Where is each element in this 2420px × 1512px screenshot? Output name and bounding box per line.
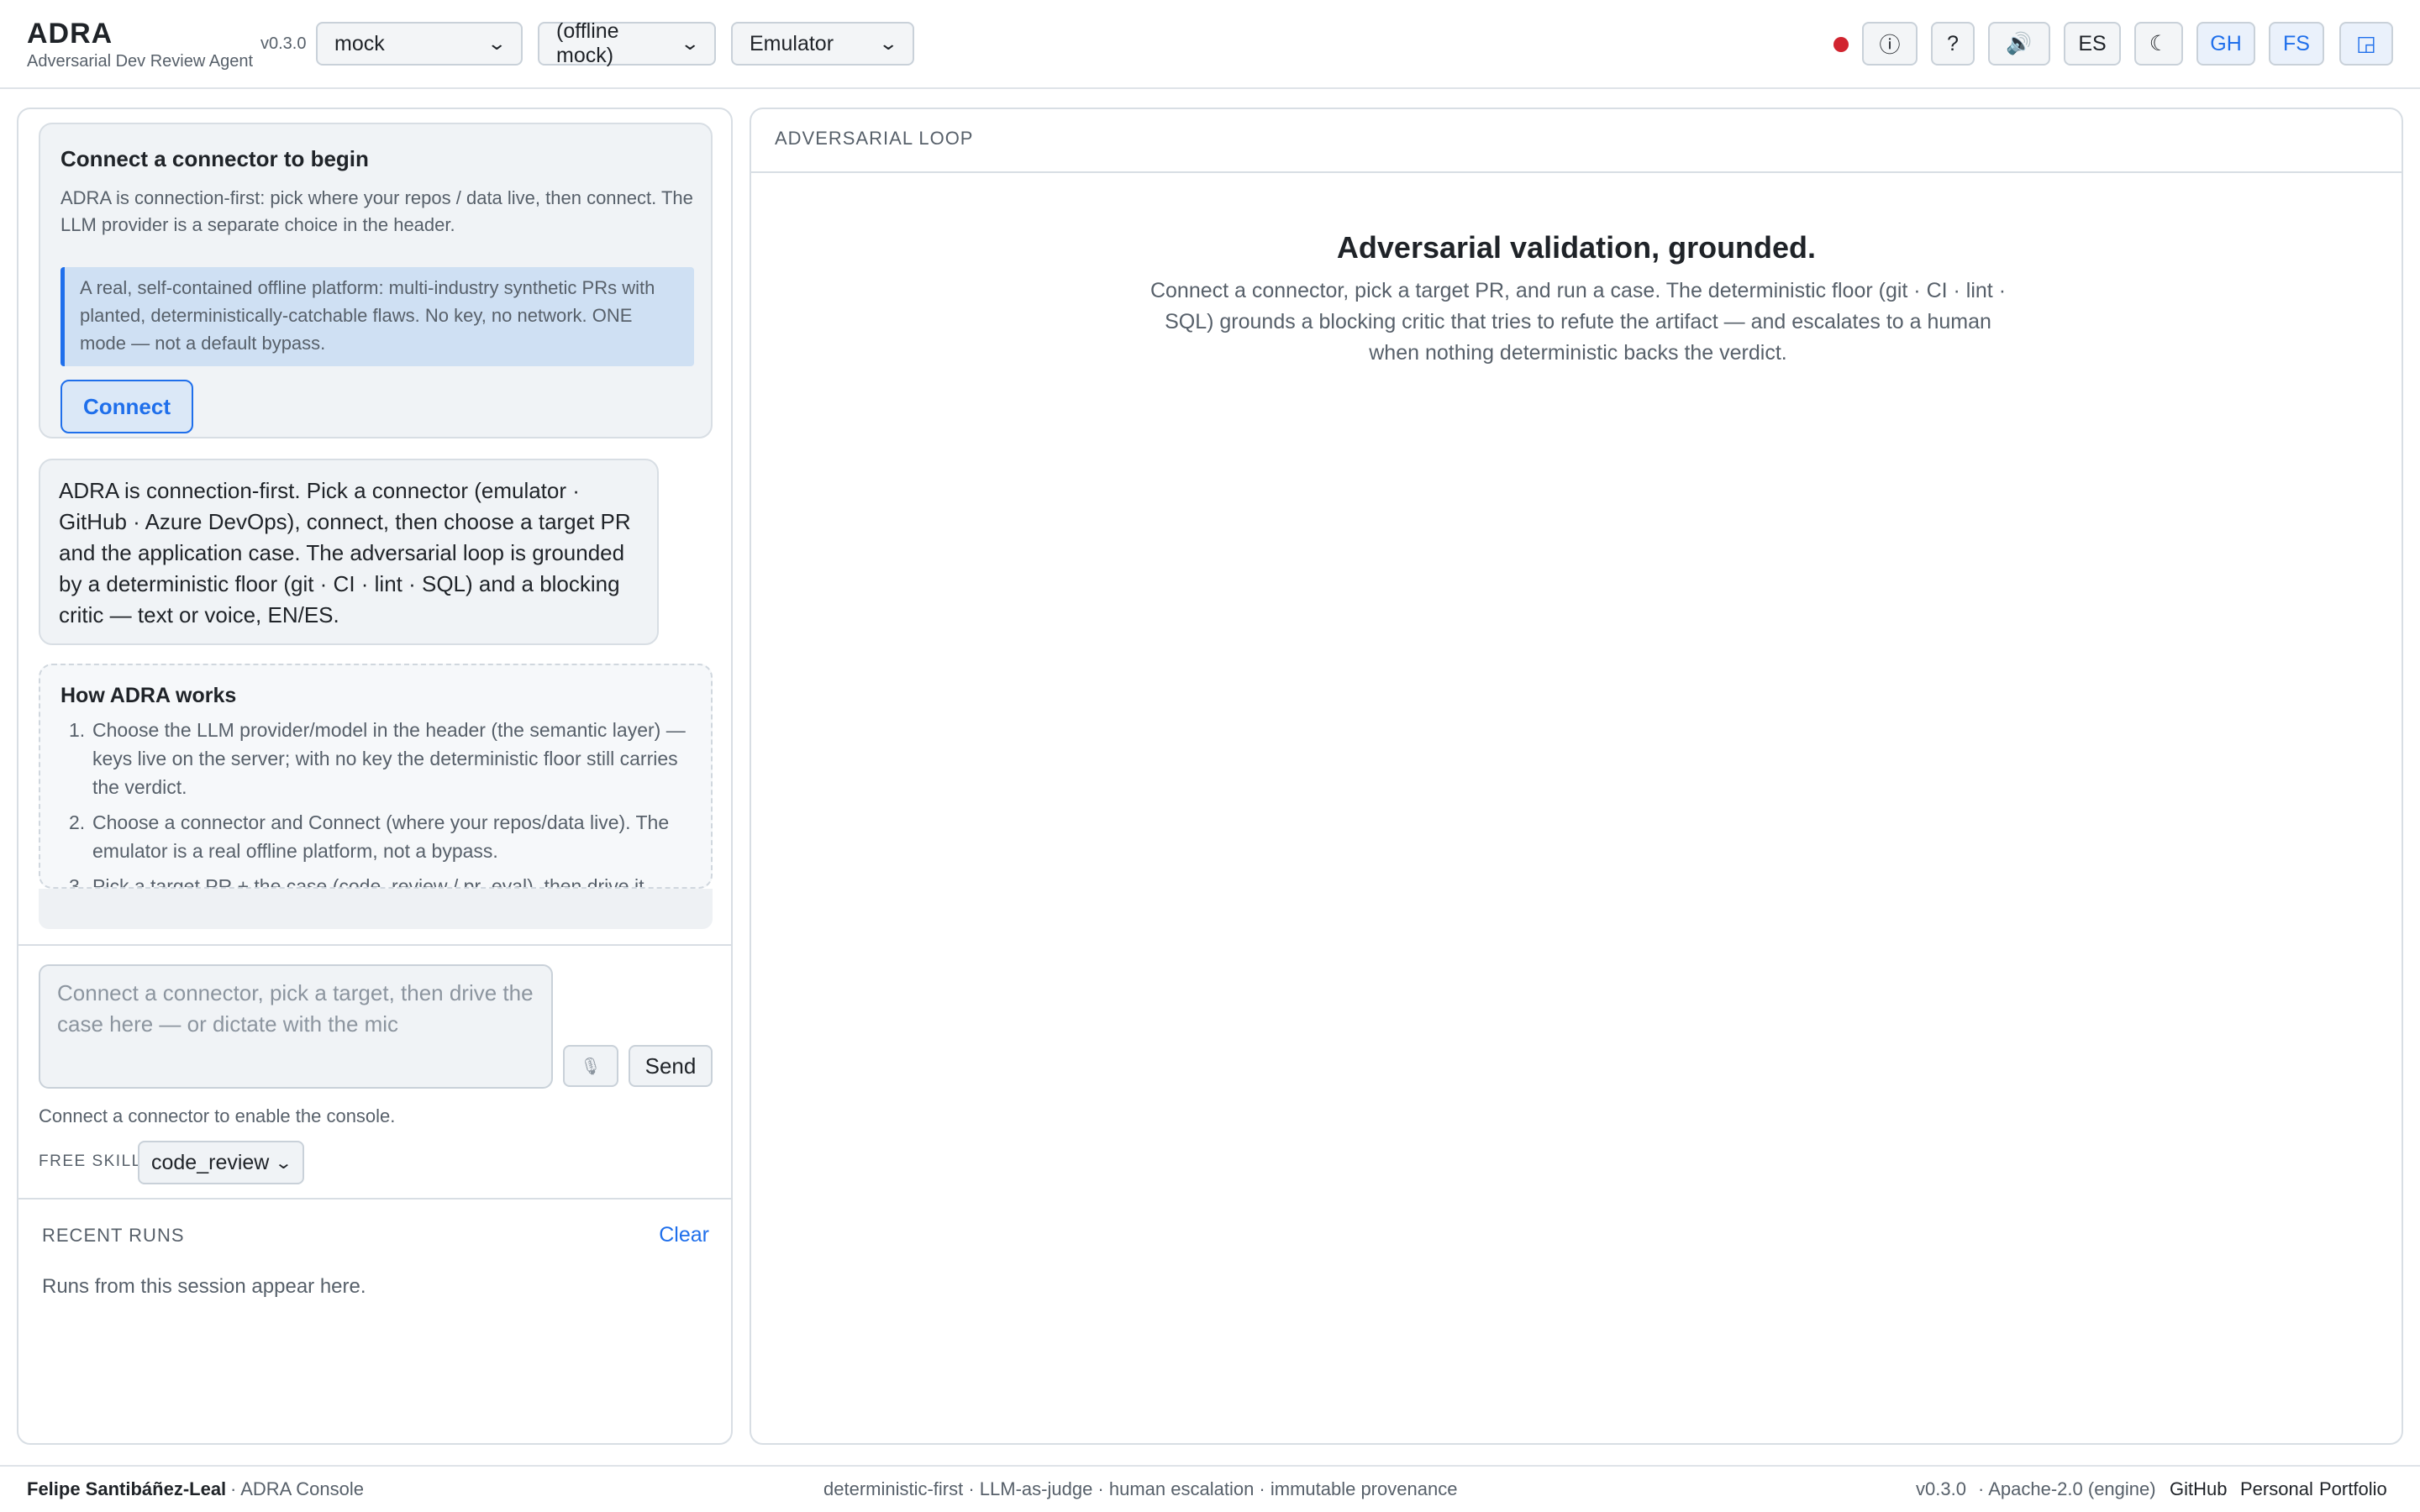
footer-version: v0.3.0 [1916,1478,1966,1499]
fullscreen-label: FS [2283,31,2310,55]
app-footer: Felipe Santibáñez-Leal · ADRA Console de… [0,1465,2420,1512]
chevron-down-icon: ⌄ [877,33,898,54]
info-button[interactable]: ⓘ [1862,22,1918,66]
mic-button[interactable]: 🎙 [563,1045,618,1087]
how-it-works-title: How ADRA works [60,684,237,707]
assistant-message: ADRA is connection-first. Pick a connect… [39,459,659,645]
step-item: 3. Pick a target PR + the case (code_rev… [60,872,699,889]
version-label: v0.3.0 [260,34,307,53]
app-subtitle: Adversarial Dev Review Agent [27,52,254,71]
connect-card: Connect a connector to begin ADRA is con… [39,123,713,438]
footer-license: · Apache-2.0 (engine) [1978,1478,2156,1499]
step-number: 1. [69,719,86,741]
app-title: ADRA [27,18,113,50]
footer-link-github[interactable]: GitHub [2170,1478,2227,1500]
footer-tagline: deterministic-first · LLM-as-judge · hum… [823,1478,1458,1499]
connect-card-title: Connect a connector to begin [60,146,369,171]
recent-runs-empty: Runs from this session appear here. [42,1275,366,1298]
moon-icon: ☾ [2149,32,2169,55]
voice-toggle-button[interactable]: 🔊 [1988,22,2050,66]
free-skill-select[interactable]: code_review ⌄ [138,1141,304,1184]
footer-owner: Felipe Santibáñez-Leal [27,1478,227,1499]
hero-title: Adversarial validation, grounded. [1336,230,1817,265]
step-number: 3. [69,875,86,889]
emulator-info-callout: A real, self-contained offline platform:… [60,267,694,366]
step-text: Pick a target PR + the case (code_review… [92,875,644,889]
fullscreen-button[interactable]: FS [2269,22,2324,66]
connector-select-value: Emulator [750,31,834,55]
theme-toggle-button[interactable]: ☾ [2134,22,2183,66]
send-button[interactable]: Send [629,1045,713,1087]
divider [18,944,731,946]
model-select-value: (offline mock) [556,19,619,67]
divider [18,1198,731,1200]
panel-icon: ◲ [2356,32,2376,55]
help-icon: ? [1947,31,1959,55]
footer-link-personal[interactable]: Personal [2240,1478,2313,1500]
connection-status-dot [1833,37,1849,52]
adversarial-loop-panel: ADVERSARIAL LOOP Adversarial validation,… [750,108,2403,1445]
chevron-down-icon: ⌄ [679,33,700,54]
clear-runs-link[interactable]: Clear [659,1223,709,1247]
step-text: Choose a connector and Connect (where yo… [92,811,670,862]
provider-select[interactable]: mock ⌄ [316,22,523,66]
step-number: 2. [69,811,86,833]
connector-select[interactable]: Emulator ⌄ [731,22,914,66]
step-text: Choose the LLM provider/model in the hea… [92,719,686,798]
panel-header: ADVERSARIAL LOOP [751,109,2402,173]
recent-runs-title: RECENT RUNS [42,1225,185,1246]
github-button[interactable]: GH [2196,22,2255,66]
model-select[interactable]: (offline mock) ⌄ [538,19,716,67]
step-item: 1. Choose the LLM provider/model in the … [60,716,699,801]
brand: ADRA Adversarial Dev Review Agent [27,17,253,72]
footer-link-portfolio[interactable]: Portfolio [2319,1478,2387,1500]
github-label: GH [2210,31,2242,55]
chat-input[interactable]: Connect a connector, pick a target, then… [39,964,553,1089]
footer-app-name: · ADRA Console [230,1478,364,1499]
step-item: 2. Choose a connector and Connect (where… [60,808,699,865]
how-it-works-card: How ADRA works 1. Choose the LLM provide… [39,664,713,889]
app-header: ADRA Adversarial Dev Review Agent v0.3.0… [0,0,2420,89]
free-skill-value: code_review [151,1150,270,1174]
console-panel: Connect a connector to begin ADRA is con… [17,108,733,1445]
language-label: ES [2078,31,2107,55]
how-it-works-steps: 1. Choose the LLM provider/model in the … [60,716,699,889]
panel-title: ADVERSARIAL LOOP [775,128,974,149]
connect-card-description: ADRA is connection-first: pick where you… [60,187,693,235]
microphone-icon: 🎙 [580,1057,602,1076]
free-skill-label: FREE SKILL [39,1152,142,1170]
chevron-down-icon: ⌄ [486,33,507,54]
help-button[interactable]: ? [1931,22,1975,66]
info-icon: ⓘ [1879,34,1901,57]
hero-description: Connect a connector, pick a target PR, a… [1150,279,2007,365]
chevron-down-icon: ⌄ [274,1153,293,1173]
connect-button[interactable]: Connect [60,380,193,433]
scroll-fade [39,889,713,929]
panel-toggle-button[interactable]: ◲ [2339,22,2393,66]
provider-select-value: mock [334,31,385,55]
speaker-icon: 🔊 [2006,31,2033,55]
console-status-note: Connect a connector to enable the consol… [39,1105,396,1126]
language-toggle-button[interactable]: ES [2064,22,2121,66]
